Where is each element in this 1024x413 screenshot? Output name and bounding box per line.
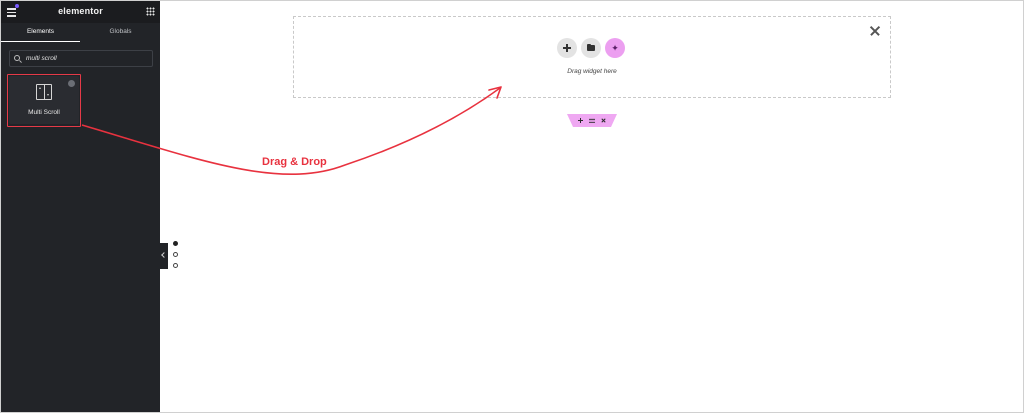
chevron-left-icon <box>161 252 167 258</box>
multi-scroll-widget[interactable]: Multi Scroll <box>9 76 79 124</box>
widgets-grid-icon[interactable] <box>146 7 155 16</box>
sparkle-icon: ✦ <box>611 43 619 53</box>
template-library-button[interactable] <box>581 38 601 58</box>
brand-logo: elementor <box>58 6 103 16</box>
drag-handle-icon[interactable] <box>586 114 598 127</box>
drag-drop-label: Drag & Drop <box>262 156 327 168</box>
folder-icon <box>587 43 595 51</box>
panel-collapse-toggle[interactable] <box>160 243 168 269</box>
add-section-button[interactable] <box>557 38 577 58</box>
ai-button[interactable]: ✦ <box>605 38 625 58</box>
search-icon <box>14 55 20 61</box>
panel-tabs: Elements Globals <box>1 23 160 42</box>
elementor-panel: elementor Elements Globals Multi Scroll <box>1 1 160 412</box>
multi-scroll-icon <box>36 84 52 100</box>
widget-label: Multi Scroll <box>28 109 60 116</box>
widget-search <box>9 50 153 67</box>
drag-widget-hint: Drag widget here <box>567 68 617 75</box>
section-handle <box>567 114 617 127</box>
search-input[interactable] <box>26 53 146 64</box>
panel-header: elementor <box>1 1 160 23</box>
pro-badge-icon <box>68 80 75 87</box>
tab-elements[interactable]: Elements <box>1 23 80 42</box>
page-dot-2[interactable] <box>173 252 178 257</box>
tab-globals[interactable]: Globals <box>81 23 160 42</box>
close-icon[interactable] <box>868 24 882 38</box>
page-dot-3[interactable] <box>173 263 178 268</box>
page-dot-1[interactable] <box>173 241 178 246</box>
multiscroll-pagination <box>173 241 179 271</box>
delete-icon[interactable] <box>598 114 610 127</box>
